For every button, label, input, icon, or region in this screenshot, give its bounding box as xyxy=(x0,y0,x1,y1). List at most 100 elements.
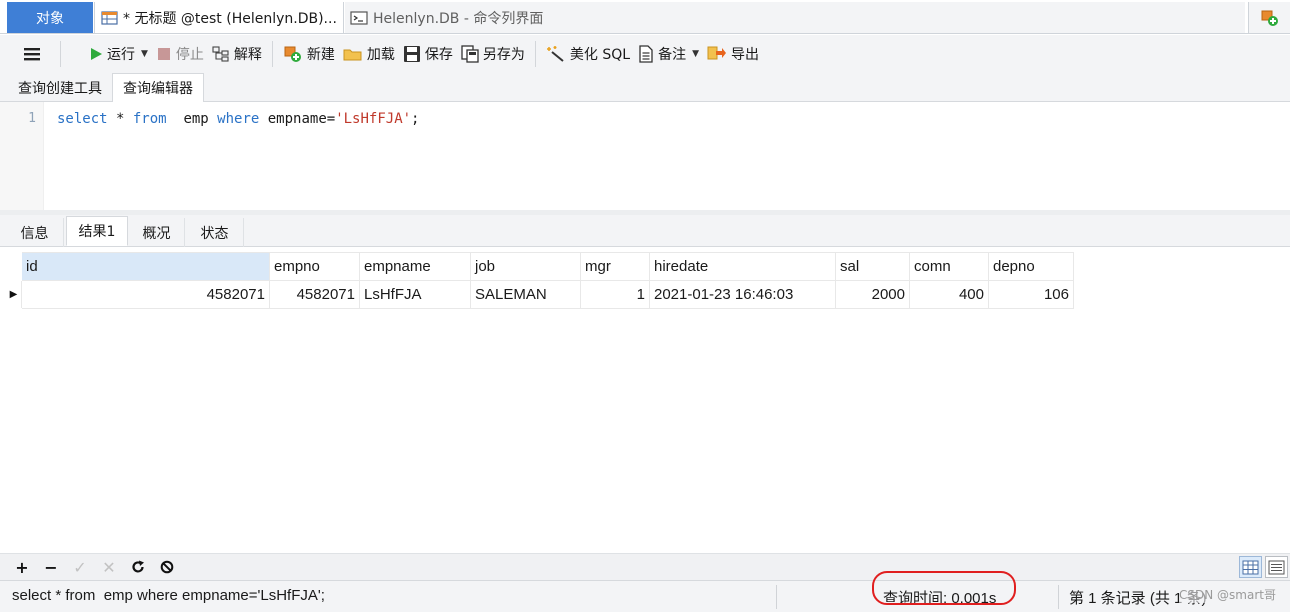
comment-button[interactable]: 备注 ▼ xyxy=(634,39,703,69)
export-button[interactable]: 导出 xyxy=(703,39,763,69)
sql-string-literal: 'LsHfFJA' xyxy=(335,111,412,127)
row-header-corner xyxy=(5,252,22,281)
status-bar: select * from emp where empname='LsHfFJA… xyxy=(0,580,1290,612)
tab-result-1[interactable]: 结果1 xyxy=(66,216,128,246)
column-header-empno[interactable]: empno xyxy=(269,252,360,281)
load-label: 加载 xyxy=(366,47,395,63)
column-header-mgr[interactable]: mgr xyxy=(580,252,650,281)
menu-button[interactable] xyxy=(18,39,46,69)
folder-icon xyxy=(343,46,363,62)
new-query-button[interactable]: 新建 xyxy=(279,39,339,69)
new-window-icon xyxy=(1260,8,1280,28)
sql-keyword-where: where xyxy=(217,111,260,127)
sql-table-name: emp xyxy=(166,111,218,127)
save-button[interactable]: 保存 xyxy=(399,39,457,69)
stop-icon xyxy=(156,46,172,62)
comment-dropdown-icon[interactable]: ▼ xyxy=(692,49,699,59)
grid-view-button[interactable] xyxy=(1239,556,1262,578)
save-as-icon xyxy=(461,45,479,63)
delete-record-button[interactable]: − xyxy=(39,555,63,579)
form-view-button[interactable] xyxy=(1265,556,1288,578)
save-label: 保存 xyxy=(424,47,453,63)
form-view-icon xyxy=(1268,560,1285,575)
document-icon xyxy=(638,45,654,63)
apply-changes-button[interactable]: ✓ xyxy=(68,555,92,579)
run-button[interactable]: 运行 ▼ xyxy=(85,39,152,69)
load-button[interactable]: 加载 xyxy=(339,39,399,69)
result-table: id empno empname job mgr hiredate sal co… xyxy=(5,252,1074,309)
save-as-button[interactable]: 另存为 xyxy=(457,39,529,69)
sql-terminator: ; xyxy=(411,111,420,127)
discard-changes-button[interactable]: ✕ xyxy=(97,555,121,579)
tab-query-builder[interactable]: 查询创建工具 xyxy=(10,73,110,102)
sql-editor[interactable]: 1 select * from emp where empname='LsHfF… xyxy=(0,102,1290,210)
cell-empno[interactable]: 4582071 xyxy=(269,280,360,309)
hamburger-icon xyxy=(22,46,42,62)
line-number: 1 xyxy=(28,111,36,126)
new-window-button[interactable] xyxy=(1248,2,1290,33)
status-sql-text: select * from emp where empname='LsHfFJA… xyxy=(12,587,325,604)
toolbar-separator xyxy=(60,41,61,67)
run-dropdown-icon[interactable]: ▼ xyxy=(141,49,148,59)
tab-profile[interactable]: 概况 xyxy=(129,218,185,247)
stop-button[interactable]: 停止 xyxy=(152,39,208,69)
tab-objects[interactable]: 对象 xyxy=(7,2,93,33)
table-row[interactable]: ▶ 4582071 4582071 LsHfFJA SALEMAN 1 2021… xyxy=(5,280,1074,309)
magic-wand-icon xyxy=(546,45,566,63)
explain-label: 解释 xyxy=(233,47,262,63)
tab-status[interactable]: 状态 xyxy=(186,218,244,247)
status-divider xyxy=(776,585,777,609)
column-header-comn[interactable]: comn xyxy=(909,252,989,281)
refresh-button[interactable] xyxy=(126,555,150,579)
add-record-button[interactable]: + xyxy=(10,555,34,579)
cell-depno[interactable]: 106 xyxy=(988,280,1074,309)
header-row: id empno empname job mgr hiredate sal co… xyxy=(5,252,1074,281)
status-divider xyxy=(1058,585,1059,609)
cell-job[interactable]: SALEMAN xyxy=(470,280,581,309)
cell-sal[interactable]: 2000 xyxy=(835,280,910,309)
cell-hiredate[interactable]: 2021-01-23 16:46:03 xyxy=(649,280,836,309)
query-toolbar: 运行 ▼ 停止 解释 新建 加载 保存 另存为 美化 SQL 备注 ▼ 导出 xyxy=(0,35,1290,73)
editor-mode-tabs: 查询创建工具 查询编辑器 xyxy=(0,73,1290,103)
tab-untitled-label: * 无标题 @test (Helenlyn.DB)... xyxy=(123,10,337,27)
sql-keyword-select: select xyxy=(57,111,108,127)
explain-button[interactable]: 解释 xyxy=(208,39,266,69)
document-tab-bar: 对象 * 无标题 @test (Helenlyn.DB)... Helenlyn… xyxy=(0,0,1290,34)
run-label: 运行 xyxy=(107,47,135,63)
column-header-job[interactable]: job xyxy=(470,252,581,281)
stop-query-button[interactable] xyxy=(155,555,179,579)
sql-condition: empname= xyxy=(259,111,336,127)
new-query-label: 新建 xyxy=(306,47,335,63)
column-header-empname[interactable]: empname xyxy=(359,252,471,281)
sql-keyword-from: from xyxy=(132,111,167,127)
sql-star: * xyxy=(107,111,133,127)
comment-label: 备注 xyxy=(658,47,687,63)
result-grid[interactable]: id empno empname job mgr hiredate sal co… xyxy=(0,248,1290,553)
plus-icon: + xyxy=(15,557,29,577)
cell-id[interactable]: 4582071 xyxy=(21,280,270,309)
cell-comn[interactable]: 400 xyxy=(909,280,989,309)
stop-label: 停止 xyxy=(175,47,204,63)
beautify-sql-button[interactable]: 美化 SQL xyxy=(542,39,634,69)
tab-info[interactable]: 信息 xyxy=(6,218,64,247)
cancel-icon xyxy=(160,560,174,574)
sql-code-line[interactable]: select * from emp where empname='LsHfFJA… xyxy=(57,111,419,127)
cell-empname[interactable]: LsHfFJA xyxy=(359,280,471,309)
cell-mgr[interactable]: 1 xyxy=(580,280,650,309)
column-header-depno[interactable]: depno xyxy=(988,252,1074,281)
tab-query-editor[interactable]: 查询编辑器 xyxy=(112,73,204,103)
grid-view-icon xyxy=(1242,560,1259,575)
current-row-indicator-icon: ▶ xyxy=(5,280,22,309)
tab-untitled-query[interactable]: * 无标题 @test (Helenlyn.DB)... xyxy=(94,2,344,33)
column-header-id[interactable]: id xyxy=(21,252,270,281)
query-table-icon xyxy=(101,10,119,26)
tab-command-line[interactable]: Helenlyn.DB - 命令列界面 xyxy=(345,2,1245,33)
column-header-sal[interactable]: sal xyxy=(835,252,910,281)
column-header-hiredate[interactable]: hiredate xyxy=(649,252,836,281)
result-tabs: 信息 结果1 概况 状态 xyxy=(0,215,1290,247)
toolbar-separator xyxy=(271,41,273,67)
export-label: 导出 xyxy=(731,47,759,63)
play-icon xyxy=(89,46,103,62)
check-icon: ✓ xyxy=(73,557,87,577)
status-query-time: 查询时间: 0.001s xyxy=(883,590,997,607)
